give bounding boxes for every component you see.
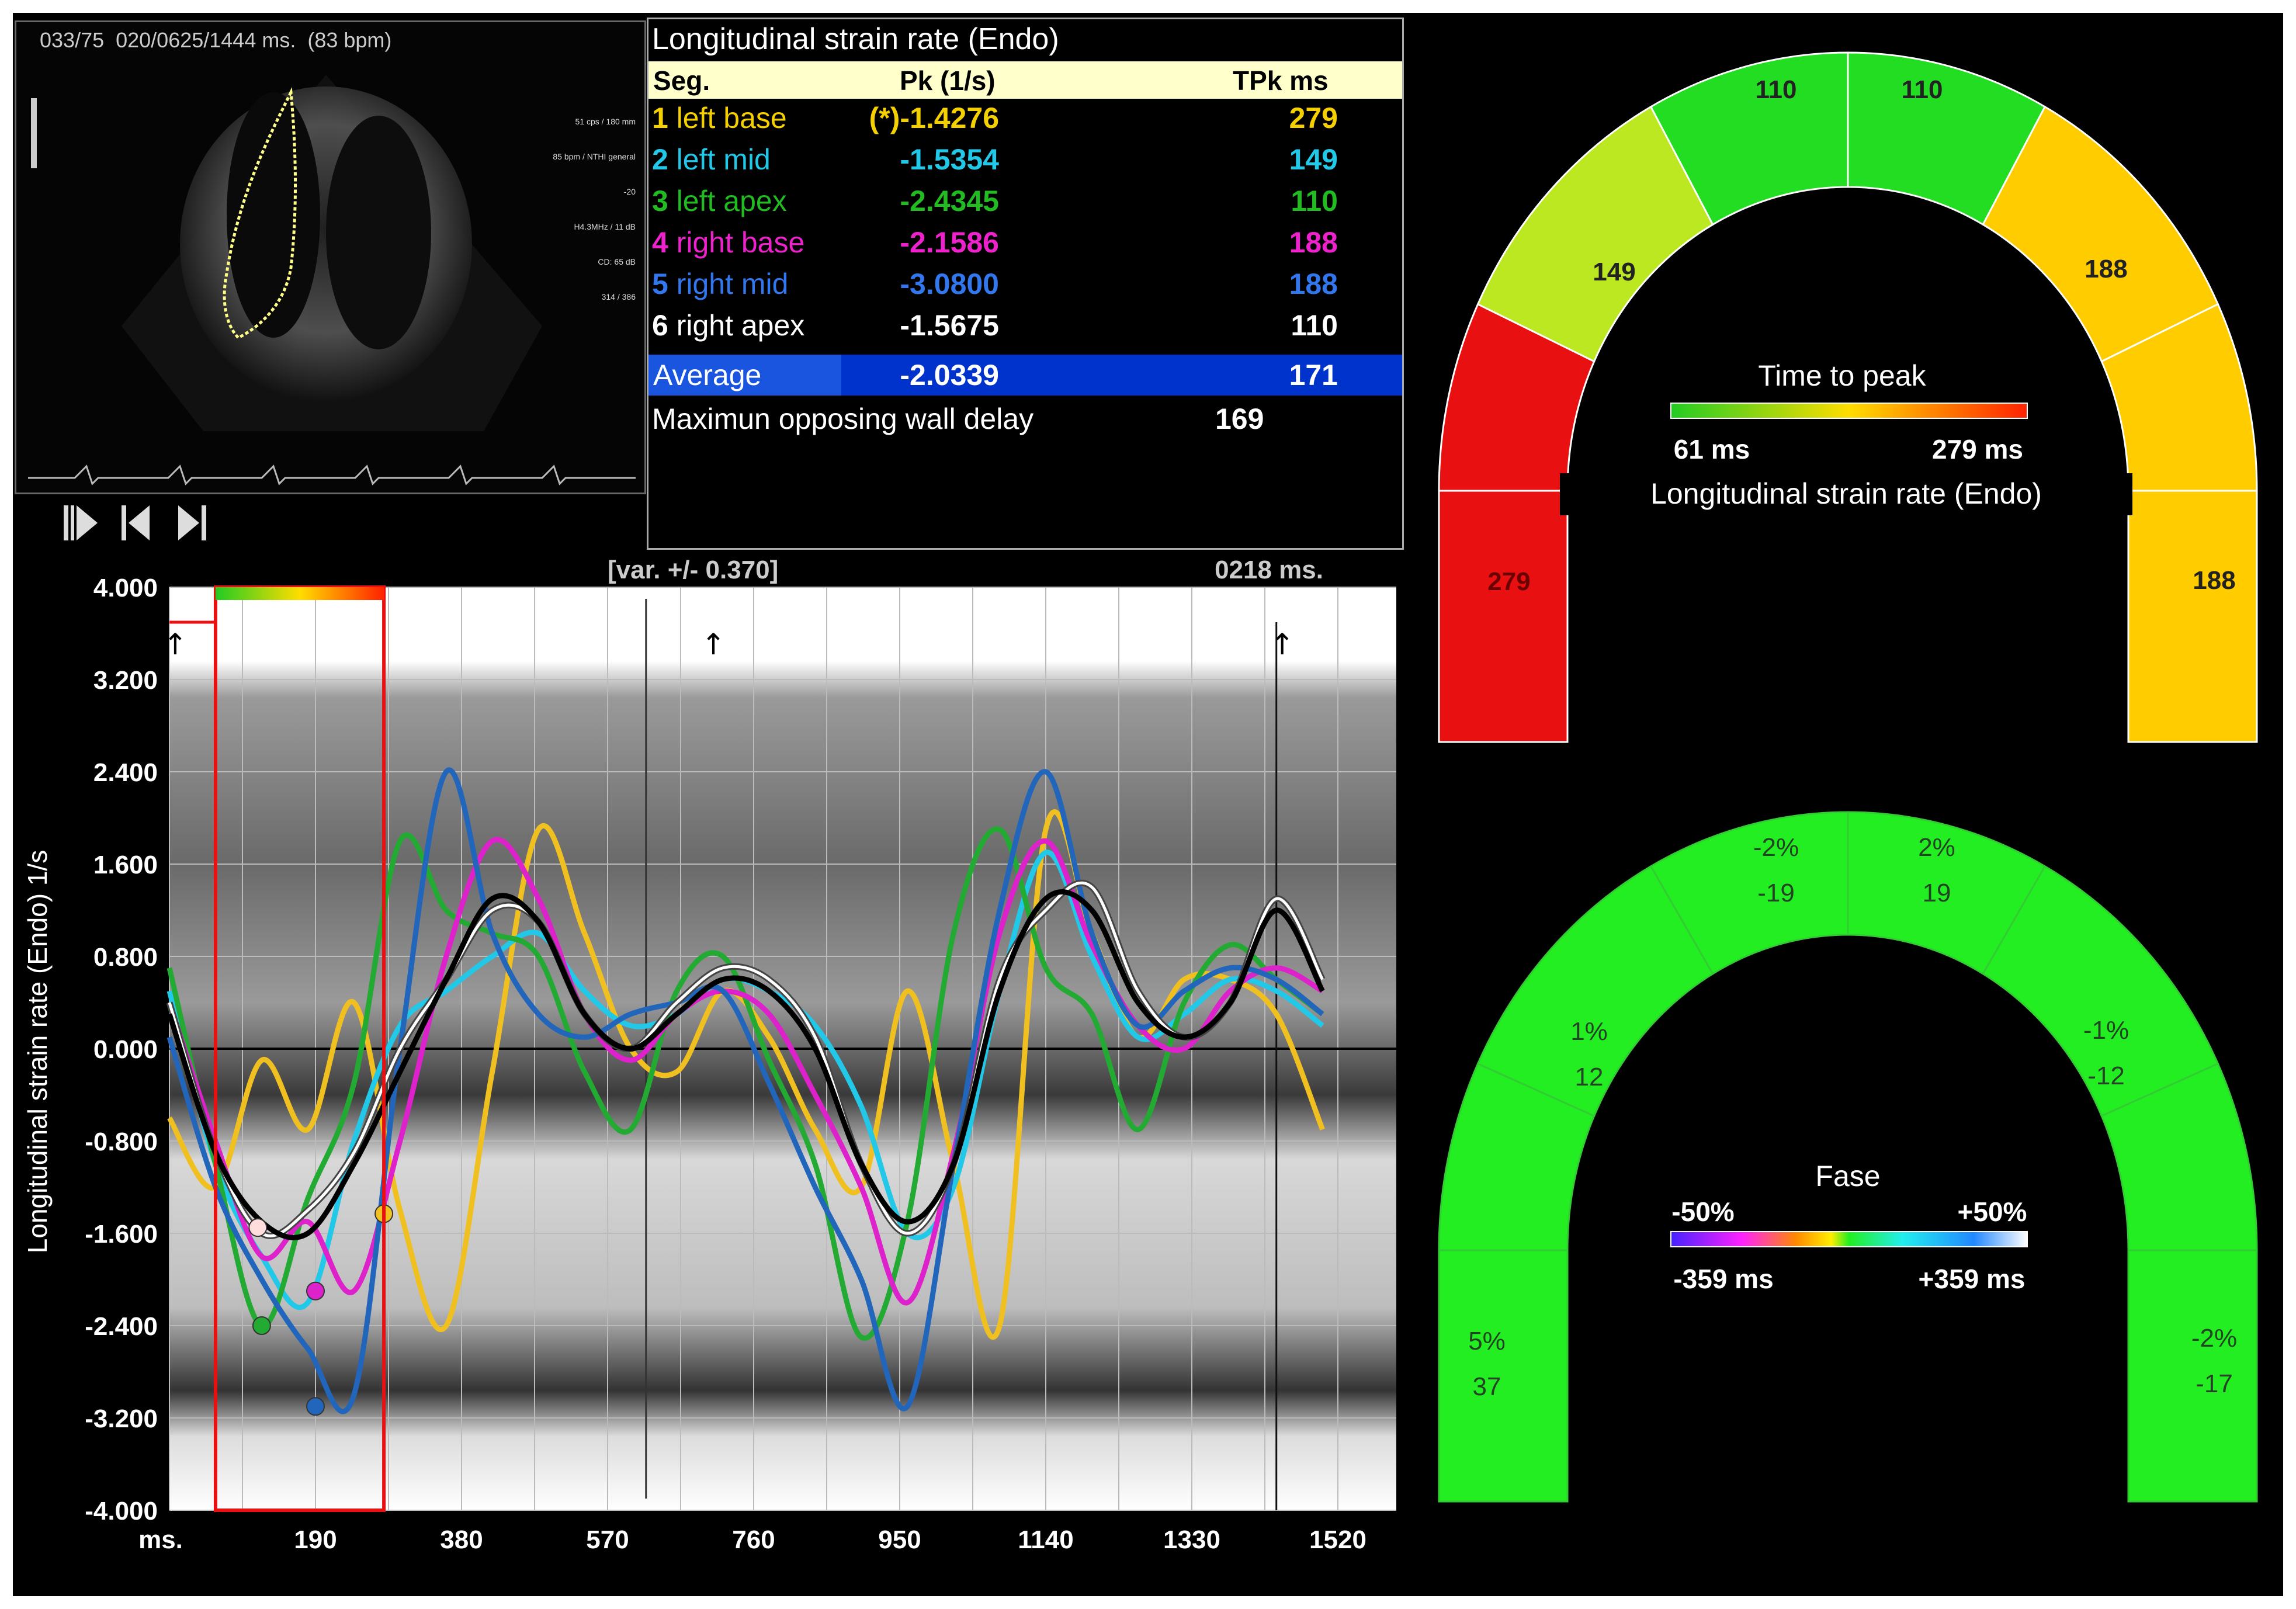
y-tick-label: -1.600 [85, 1220, 158, 1249]
arrow-icon: ↑ [701, 627, 726, 661]
x-tick-label: 1330 [1163, 1525, 1220, 1554]
y-tick-label: 4.000 [93, 574, 158, 602]
y-tick-label: 1.600 [93, 851, 158, 879]
y-tick-label: -0.800 [85, 1128, 158, 1156]
x-tick-label: 950 [878, 1525, 921, 1554]
x-tick-label: 190 [294, 1525, 337, 1554]
x-tick-label: 1520 [1309, 1525, 1366, 1554]
y-tick-label: -2.400 [85, 1312, 158, 1341]
y-tick-label: 3.200 [93, 666, 158, 695]
x-tick-label: 760 [732, 1525, 775, 1554]
arrow-icon: ↑ [1270, 627, 1295, 661]
chart-header-var: [var. +/- 0.370] [608, 556, 778, 584]
x-tick-label: 570 [586, 1525, 629, 1554]
peak-marker [306, 1397, 325, 1416]
x-tick-label: 380 [440, 1525, 483, 1554]
y-tick-label: 0.000 [93, 1035, 158, 1064]
y-tick-label: -3.200 [85, 1405, 158, 1433]
peak-marker [252, 1316, 271, 1335]
y-axis-label: Longitudinal strain rate (Endo) 1/s [22, 850, 53, 1253]
arrow-icon: ↑ [163, 627, 188, 661]
strain-rate-chart[interactable]: 4.000 3.200 2.400 1.600 0.800 0.000 -0.800 -1.6… [0, 0, 2296, 1609]
y-tick-label: -4.000 [85, 1497, 158, 1525]
peak-marker [306, 1281, 325, 1301]
x-unit-label: ms. [138, 1525, 183, 1554]
chart-header-time: 0218 ms. [1215, 556, 1323, 584]
analysis-window-bar [215, 587, 384, 600]
x-tick-label: 1140 [1018, 1525, 1073, 1554]
y-tick-label: 0.800 [93, 943, 158, 972]
y-tick-label: 2.400 [93, 758, 158, 787]
peak-marker [248, 1218, 268, 1237]
